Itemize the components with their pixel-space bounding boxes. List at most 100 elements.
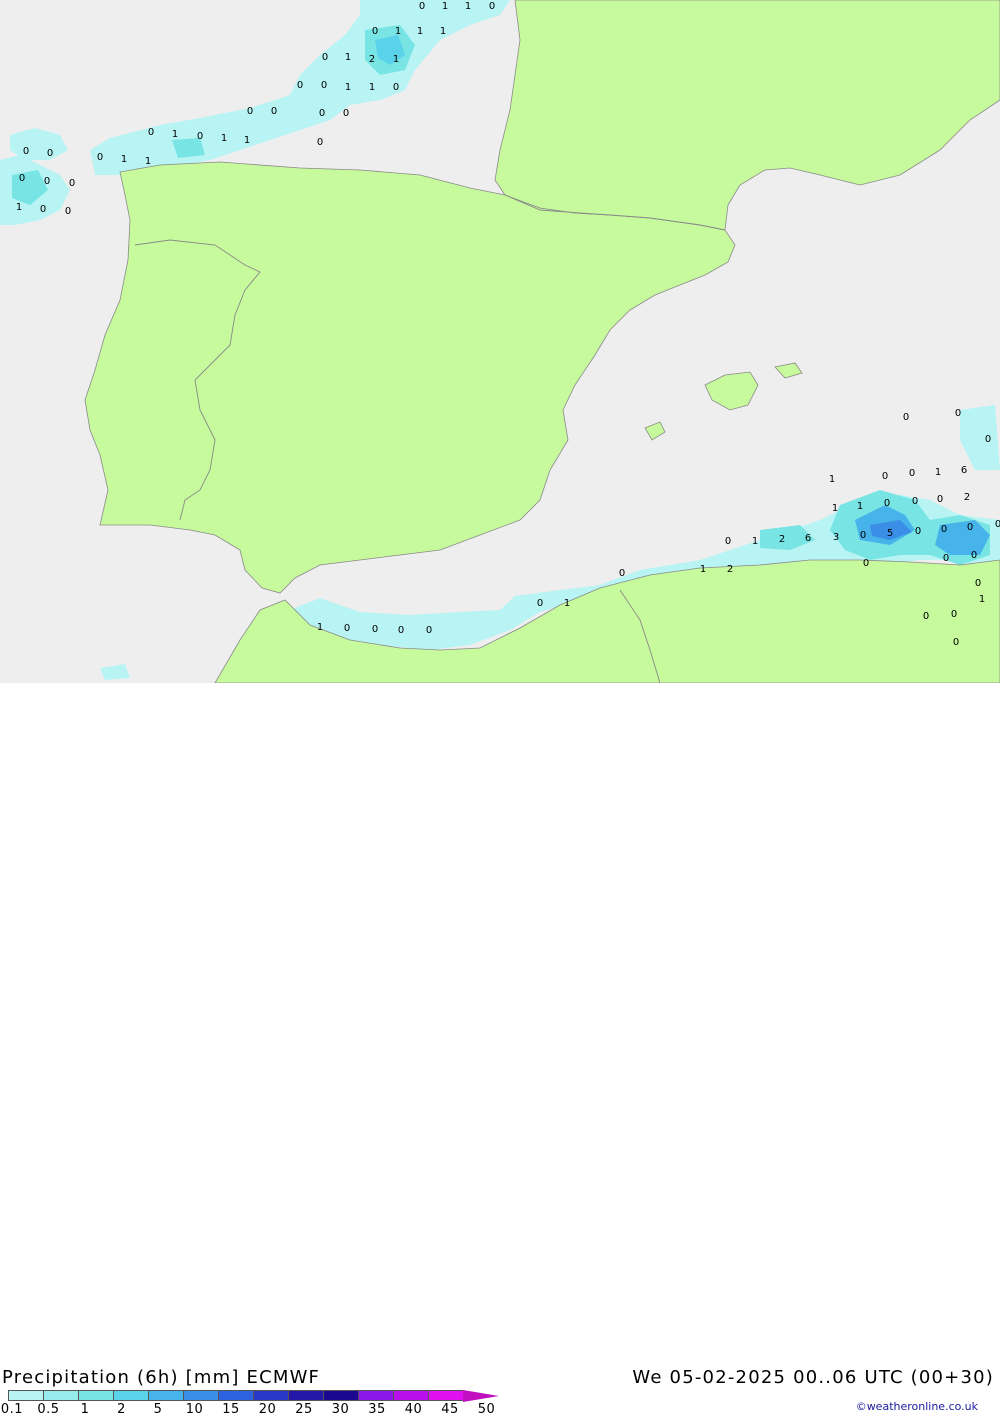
- precip-value-label: 2: [964, 492, 970, 503]
- precip-value-label: 1: [244, 135, 250, 146]
- color-legend: [8, 1390, 499, 1402]
- precip-value-label: 0: [985, 434, 991, 445]
- precip-value-label: 0: [40, 204, 46, 215]
- precip-value-label: 1: [369, 82, 375, 93]
- precip-value-label: 0: [398, 625, 404, 636]
- precip-value-label: 1: [829, 474, 835, 485]
- credit-link[interactable]: ©weatheronline.co.uk: [856, 1400, 978, 1413]
- legend-labels: 0.1 0.5 1 2 5 10 15 20 25 30 35 40 45 50: [0, 1402, 560, 1417]
- legend-swatch: [43, 1390, 79, 1401]
- legend-label: 2: [117, 1402, 126, 1417]
- precip-value-label: 0: [953, 637, 959, 648]
- legend-swatch: [218, 1390, 254, 1401]
- precip-value-label: 0: [537, 598, 543, 609]
- legend-label: 30: [331, 1402, 350, 1417]
- precip-value-label: 0: [322, 52, 328, 63]
- legend-label: 50: [477, 1402, 496, 1417]
- precip-value-label: 0: [955, 408, 961, 419]
- legend-arrow: [463, 1390, 499, 1402]
- precip-value-label: 1: [395, 26, 401, 37]
- precip-value-label: 0: [247, 106, 253, 117]
- precip-value-label: 0: [344, 623, 350, 634]
- precip-value-label: 0: [971, 550, 977, 561]
- precip-value-label: 0: [426, 625, 432, 636]
- precip-value-label: 0: [319, 108, 325, 119]
- precip-value-label: 1: [172, 129, 178, 140]
- precip-value-label: 0: [860, 530, 866, 541]
- precip-value-label: 0: [372, 624, 378, 635]
- legend-swatch: [8, 1390, 44, 1401]
- legend-swatch: [358, 1390, 394, 1401]
- legend-swatch: [183, 1390, 219, 1401]
- precip-value-label: 0: [915, 526, 921, 537]
- precip-value-label: 0: [884, 498, 890, 509]
- precip-value-label: 1: [393, 54, 399, 65]
- precip-value-label: 6: [961, 465, 967, 476]
- precip-value-label: 1: [442, 1, 448, 12]
- precip-value-label: 1: [121, 154, 127, 165]
- precip-value-label: 0: [882, 471, 888, 482]
- precip-value-label: 1: [700, 564, 706, 575]
- legend-label: 15: [222, 1402, 240, 1417]
- precip-value-label: 0: [343, 108, 349, 119]
- legend-label: 45: [441, 1402, 459, 1417]
- precipitation-map: 0 1 1 0 0 1 1 1 0 1 2 1 0 0 1 1 0 0 0 0 0 0 0 1 0 1 1 0 0 0 1 1 0 0 0 1 0 0 0 0…: [0, 0, 1000, 683]
- precip-value-label: 1: [935, 467, 941, 478]
- precip-value-label: 0: [941, 524, 947, 535]
- precip-value-label: 6: [805, 533, 811, 544]
- legend-label: 0.1: [0, 1402, 24, 1417]
- precip-value-label: 0: [912, 496, 918, 507]
- precip-value-label: 0: [923, 611, 929, 622]
- precip-value-label: 5: [887, 528, 893, 539]
- precip-value-label: 0: [97, 152, 103, 163]
- precip-value-label: 1: [16, 202, 22, 213]
- legend-label: 20: [258, 1402, 277, 1417]
- precip-value-label: 1: [345, 52, 351, 63]
- precip-value-label: 0: [863, 558, 869, 569]
- precip-value-label: 2: [779, 534, 785, 545]
- precip-value-label: 1: [145, 156, 151, 167]
- precip-value-label: 2: [369, 54, 375, 65]
- precip-value-label: 0: [967, 522, 973, 533]
- precip-value-label: 0: [937, 494, 943, 505]
- legend-label: 5: [153, 1402, 163, 1417]
- precip-value-label: 0: [44, 176, 50, 187]
- precip-value-label: 0: [148, 127, 154, 138]
- precip-value-label: 0: [489, 1, 495, 12]
- precip-value-label: 0: [321, 80, 327, 91]
- legend-swatch: [253, 1390, 289, 1401]
- precip-value-label: 0: [47, 148, 53, 159]
- precip-value-label: 1: [221, 133, 227, 144]
- precip-value-label: 0: [19, 173, 25, 184]
- precip-value-label: 0: [317, 137, 323, 148]
- precip-value-label: 1: [832, 503, 838, 514]
- legend-swatch: [393, 1390, 429, 1401]
- legend-label: 40: [404, 1402, 423, 1417]
- precip-value-label: 1: [345, 82, 351, 93]
- precip-value-label: 0: [725, 536, 731, 547]
- legend-swatch: [78, 1390, 114, 1401]
- legend-label: 35: [368, 1402, 386, 1417]
- precip-value-label: 0: [909, 468, 915, 479]
- precip-value-label: 1: [417, 26, 423, 37]
- legend-swatch: [148, 1390, 184, 1401]
- precip-value-label: 1: [564, 598, 570, 609]
- precip-value-label: 0: [271, 106, 277, 117]
- map-footer: Precipitation (6h) [mm] ECMWF We 05-02-2…: [0, 683, 1000, 1417]
- precip-value-label: 1: [752, 536, 758, 547]
- legend-swatch: [288, 1390, 324, 1401]
- precip-value-label: 0: [619, 568, 625, 579]
- precip-value-label: 0: [995, 519, 1000, 530]
- precip-value-label: 0: [419, 1, 425, 12]
- legend-swatch: [428, 1390, 464, 1401]
- precip-value-label: 1: [465, 1, 471, 12]
- precip-value-label: 0: [297, 80, 303, 91]
- precip-value-label: 0: [197, 131, 203, 142]
- legend-label: 10: [185, 1402, 204, 1417]
- precip-value-label: 0: [372, 26, 378, 37]
- precip-value-label: 0: [903, 412, 909, 423]
- legend-label: 1: [80, 1402, 90, 1417]
- precip-value-label: 2: [727, 564, 733, 575]
- precip-value-label: 0: [975, 578, 981, 589]
- precip-value-label: 0: [69, 178, 75, 189]
